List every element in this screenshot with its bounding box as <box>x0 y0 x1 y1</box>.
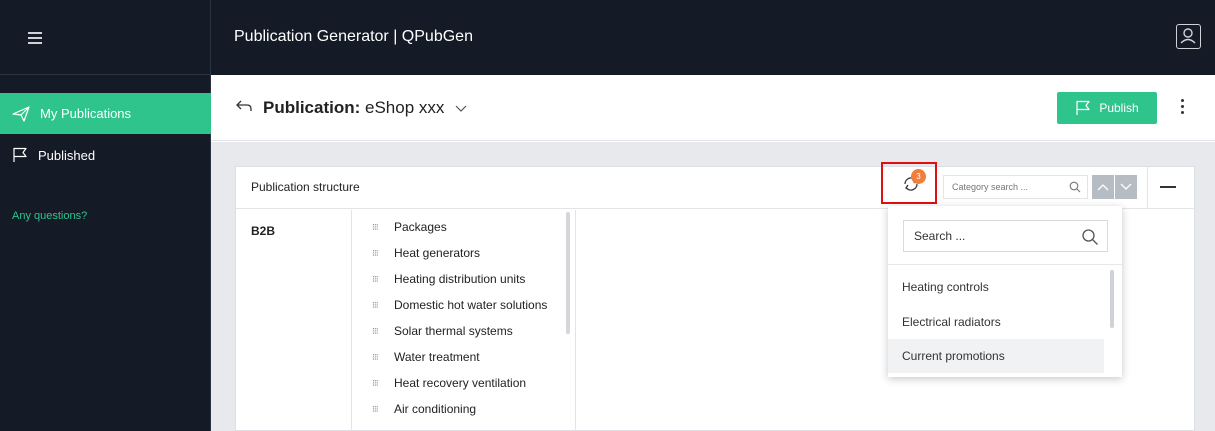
app-title: Publication Generator | QPubGen <box>234 28 473 45</box>
search-icon[interactable] <box>1069 181 1081 193</box>
category-search-box[interactable] <box>943 175 1088 199</box>
help-link[interactable]: Any questions? <box>12 210 87 222</box>
dropdown-item[interactable]: Current promotions <box>888 339 1104 373</box>
panel-header: Publication structure 3 <box>236 162 1194 209</box>
chevron-down-icon <box>455 105 467 112</box>
title-prefix: Publication: <box>263 98 361 117</box>
sidebar-item-label: My Publications <box>40 106 132 121</box>
collapse-icon[interactable] <box>1160 186 1176 188</box>
flag-icon <box>13 147 27 162</box>
chevron-down-icon <box>1120 183 1132 190</box>
category-label: Heat generators <box>394 246 481 260</box>
list-item[interactable]: ⁝⁝⁝ Water treatment <box>372 350 480 364</box>
sync-count-badge: 3 <box>911 169 926 184</box>
list-item[interactable]: ⁝⁝⁝ Heat generators <box>372 246 480 260</box>
sync-dropdown: Heating controls Electrical radiators Cu… <box>888 206 1122 377</box>
search-icon[interactable] <box>1081 228 1099 246</box>
topbar-divider <box>0 74 211 75</box>
dropdown-item[interactable]: Heating controls <box>888 270 1104 304</box>
drag-handle-icon[interactable]: ⁝⁝⁝ <box>372 248 386 259</box>
publish-button[interactable]: Publish <box>1057 92 1157 124</box>
category-label: Domestic hot water solutions <box>394 298 548 312</box>
drag-handle-icon[interactable]: ⁝⁝⁝ <box>372 326 386 337</box>
list-item[interactable]: ⁝⁝⁝ Solar thermal systems <box>372 324 513 338</box>
category-label: Heating distribution units <box>394 272 526 286</box>
next-result-button[interactable] <box>1115 175 1137 199</box>
category-column: ⁝⁝⁝ Packages ⁝⁝⁝ Heat generators ⁝⁝⁝ Heatin… <box>352 210 576 431</box>
list-item[interactable]: ⁝⁝⁝ Heat recovery ventilation <box>372 376 526 390</box>
list-item[interactable]: ⁝⁝⁝ Heating distribution units <box>372 272 525 286</box>
user-profile-button[interactable] <box>1176 24 1201 49</box>
previous-result-button[interactable] <box>1092 175 1114 199</box>
root-column: B2B <box>236 210 352 431</box>
sidebar-item-published[interactable]: Published <box>0 137 211 173</box>
drag-handle-icon[interactable]: ⁝⁝⁝ <box>372 378 386 389</box>
top-bar <box>0 0 1215 75</box>
flag-icon <box>1076 100 1090 115</box>
header-separator <box>1147 167 1148 209</box>
category-search-input[interactable] <box>944 176 1059 198</box>
dropdown-scrollbar[interactable] <box>1110 270 1114 328</box>
sidebar-item-my-publications[interactable]: My Publications <box>0 93 211 134</box>
drag-handle-icon[interactable]: ⁝⁝⁝ <box>372 222 386 233</box>
category-label: Water treatment <box>394 350 480 364</box>
drag-handle-icon[interactable]: ⁝⁝⁝ <box>372 352 386 363</box>
category-label: Heat recovery ventilation <box>394 376 527 390</box>
dropdown-item[interactable]: Electrical radiators <box>888 305 1104 339</box>
publication-name: eShop xxx <box>365 98 445 117</box>
hamburger-menu-icon[interactable] <box>28 32 42 44</box>
drag-handle-icon[interactable]: ⁝⁝⁝ <box>372 274 386 285</box>
more-options-icon[interactable] <box>1179 99 1185 117</box>
page-header: Publication: eShop xxx Publish <box>211 75 1215 141</box>
page-title[interactable]: Publication: eShop xxx <box>263 98 467 118</box>
category-label: Air conditioning <box>394 402 477 416</box>
dropdown-divider <box>888 264 1122 265</box>
sync-button[interactable]: 3 <box>881 162 937 204</box>
category-label: Solar thermal systems <box>394 324 513 338</box>
dropdown-search-box[interactable] <box>903 220 1108 252</box>
back-arrow-icon[interactable] <box>235 97 253 115</box>
user-icon <box>1180 28 1196 44</box>
list-item[interactable]: ⁝⁝⁝ Air conditioning <box>372 402 476 416</box>
category-label: Packages <box>394 220 447 234</box>
category-scrollbar[interactable] <box>566 212 570 334</box>
list-item[interactable]: ⁝⁝⁝ Packages <box>372 220 447 234</box>
list-item[interactable]: ⁝⁝⁝ Domestic hot water solutions <box>372 298 547 312</box>
publish-label: Publish <box>1099 101 1139 115</box>
drag-handle-icon[interactable]: ⁝⁝⁝ <box>372 300 386 311</box>
sidebar-item-label: Published <box>38 147 96 163</box>
root-node[interactable]: B2B <box>251 224 275 238</box>
dropdown-search-input[interactable] <box>904 221 1074 251</box>
chevron-up-icon <box>1097 184 1109 191</box>
panel-title: Publication structure <box>251 180 360 194</box>
paper-plane-icon <box>12 105 30 122</box>
drag-handle-icon[interactable]: ⁝⁝⁝ <box>372 404 386 415</box>
